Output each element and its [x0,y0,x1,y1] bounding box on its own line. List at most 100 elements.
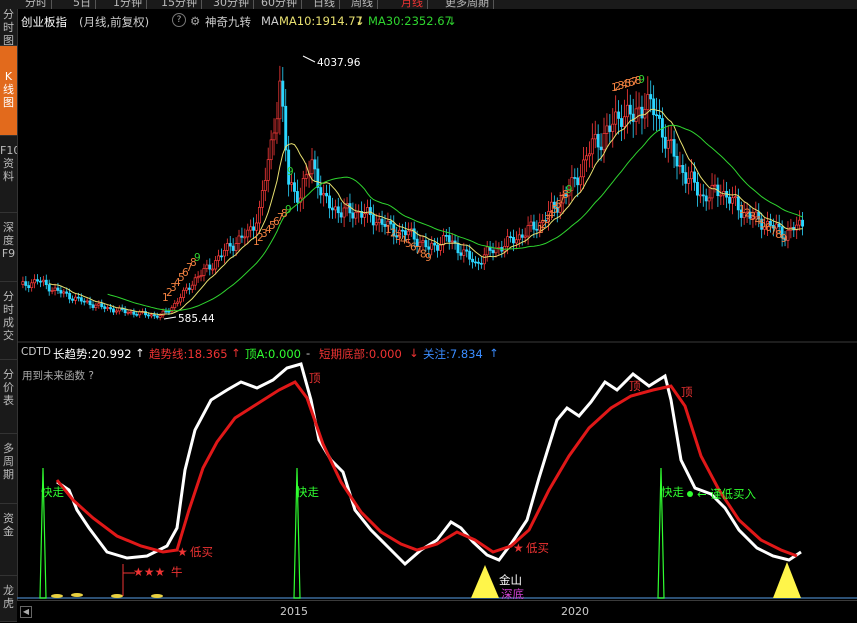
sidebar-tab-1[interactable]: K线图 [0,46,17,136]
period-tab-3[interactable]: 15分钟 [157,0,202,9]
long-trend-arrow-up-icon: ↑ [135,346,145,360]
candle-body [217,255,221,261]
candle-body [363,213,367,218]
candle-body [637,106,641,110]
candle-body [266,159,270,181]
candle-body [433,242,437,246]
bottom-bump-3 [151,594,163,598]
candle-body [710,185,714,199]
candle-body [479,262,483,265]
candle-body [351,212,355,219]
period-tab-7[interactable]: 周线 [347,0,378,9]
candle-body [182,289,185,298]
candle-body [176,301,180,304]
candle-body [421,240,425,243]
candle-body [88,300,92,306]
candle-body [733,196,737,199]
indicator-chart[interactable]: 快走 快走 快走顶顶 顶★ 低买 ★ 低买★★★ 牛金山深底← 谨低买入 [17,360,857,600]
chart-mode[interactable]: (月线,前复权) [79,14,149,30]
sidebar-tab-3[interactable]: 深度F9 [0,213,17,282]
candle-body [719,194,723,197]
candle-body [38,280,42,283]
candle-body [777,223,781,228]
gold-mountain-label: 金山 [499,573,522,587]
candle-body [97,303,101,306]
candle-body [593,133,597,140]
period-tab-6[interactable]: 日线 [309,0,340,9]
indicator-code[interactable]: CDTD [21,346,51,358]
period-tab-2[interactable]: 1分钟 [109,0,147,9]
sidebar-tab-7[interactable]: 资金 [0,504,17,576]
time-axis: ◀ 2015 2020 [17,600,857,623]
index-name[interactable]: 创业板指 [21,14,67,30]
separator: - [306,346,311,360]
candles [21,65,805,321]
candle-body [132,311,136,315]
candle-body [427,246,431,250]
candle-body [68,292,72,300]
candle-body [476,261,480,264]
settings-icon[interactable]: ⚙ [190,14,200,28]
sidebar-tab-0[interactable]: 分时图 [0,0,17,46]
candle-body [526,225,530,237]
candle-body [293,182,296,192]
sidebar-tab-4[interactable]: 分时成交 [0,282,17,360]
candle-body [406,230,410,236]
help-icon[interactable]: ? [172,13,186,27]
candle-body [474,261,477,264]
low-buy-label-0: 低买 [190,545,213,559]
candle-body [339,212,343,218]
candle-body [374,222,378,226]
left-sidebar: 分时图K线图F10资料深度F9分时成交分价表多周期资金龙虎 [0,0,18,622]
period-tab-9[interactable]: 更多周期 [441,0,494,9]
candle-body [728,196,732,204]
candle-body [658,115,661,119]
candle-body [672,139,676,157]
candle-body [585,155,588,161]
candle-body [152,314,156,317]
year-label-2015: 2015 [280,605,308,618]
candle-body [444,234,448,237]
deep-bottom-label: 深底 [501,587,524,600]
candle-body [617,111,621,119]
candle-body [243,236,247,239]
candle-body [401,229,404,232]
candle-body [520,234,524,238]
candle-body [290,182,294,185]
kline-chart[interactable]: 4037.96585.44123456789123456789123456789… [17,33,857,343]
period-tab-1[interactable]: 5日 [69,0,96,9]
candle-body [269,139,273,161]
scroll-left-button[interactable]: ◀ [20,606,32,618]
candle-body [158,315,162,318]
candle-body [53,287,57,291]
candle-body [436,244,440,251]
candle-body [65,291,69,294]
period-tab-8[interactable]: 月线 [397,0,428,9]
candle-body [129,311,133,314]
candle-body [260,190,264,208]
triple-star-icon: ★★★ [133,565,165,579]
sidebar-tab-6[interactable]: 多周期 [0,434,17,504]
candle-body [596,133,600,148]
period-tab-5[interactable]: 60分钟 [257,0,302,9]
sidebar-tab-5[interactable]: 分价表 [0,360,17,434]
ma-label: MA [261,14,279,28]
candle-body [599,146,603,151]
candle-body [523,235,527,238]
period-tab-0[interactable]: 分时 [21,0,52,9]
magic-nine-tool[interactable]: 神奇九转 [205,14,251,30]
sidebar-tab-2[interactable]: F10资料 [0,136,17,213]
fast-label-1: 快走 [296,485,319,499]
low-price-label: 585.44 [178,313,215,325]
candle-body [284,105,288,151]
candle-body [640,106,644,119]
candle-body [56,287,60,291]
candle-body [611,123,615,132]
candle-body [225,243,229,251]
candle-body [506,236,510,247]
sidebar-tab-8[interactable]: 龙虎 [0,576,17,622]
candle-body [512,237,515,244]
candle-body [704,195,708,202]
candle-body [605,125,609,134]
period-tab-4[interactable]: 30分钟 [209,0,254,9]
